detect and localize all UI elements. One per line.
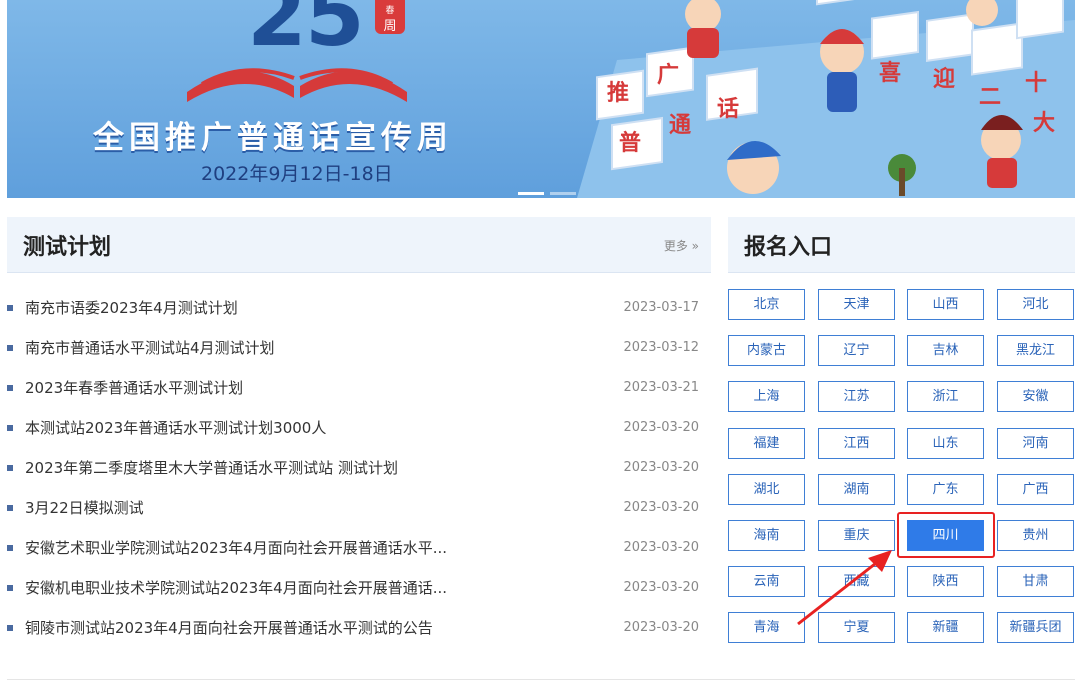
- list-item[interactable]: 2023年春季普通话水平测试计划 2023-03-21: [7, 368, 711, 408]
- list-item-title[interactable]: 铜陵市测试站2023年4月面向社会开展普通话水平测试的公告: [25, 608, 585, 648]
- list-item-date: 2023-03-21: [623, 380, 699, 395]
- carousel-dot-active[interactable]: [518, 192, 544, 195]
- province-button-henan[interactable]: 河南: [997, 428, 1074, 459]
- list-item[interactable]: 南充市普通话水平测试站4月测试计划 2023-03-12: [7, 328, 711, 368]
- plans-header: 测试计划 更多 »: [7, 217, 711, 273]
- bullet-icon: [7, 425, 13, 431]
- slogan-char: 二: [979, 85, 1001, 110]
- slogan-char: 十: [1025, 71, 1047, 96]
- slogan-char: 大: [1033, 111, 1055, 136]
- list-item[interactable]: 2023年第二季度塔里木大学普通话水平测试站 测试计划 2023-03-20: [7, 448, 711, 488]
- province-button-jiangsu[interactable]: 江苏: [818, 381, 895, 412]
- province-button-fujian[interactable]: 福建: [728, 428, 805, 459]
- list-item[interactable]: 铜陵市测试站2023年4月面向社会开展普通话水平测试的公告 2023-03-20: [7, 608, 711, 648]
- province-button-guangdong[interactable]: 广东: [907, 474, 984, 505]
- bullet-icon: [7, 345, 13, 351]
- slogan-char: 迎: [933, 66, 955, 92]
- annotation-arrow-icon: [797, 550, 892, 626]
- bullet-icon: [7, 585, 13, 591]
- list-item-title[interactable]: 3月22日模拟测试: [25, 488, 585, 528]
- province-button-zhejiang[interactable]: 浙江: [907, 381, 984, 412]
- plans-list: 南充市语委2023年4月测试计划 2023-03-17 南充市普通话水平测试站4…: [7, 288, 711, 648]
- bullet-icon: [7, 305, 13, 311]
- province-button-xinjiang-bingtuan[interactable]: 新疆兵团: [997, 612, 1074, 643]
- list-item[interactable]: 本测试站2023年普通话水平测试计划3000人 2023-03-20: [7, 408, 711, 448]
- bullet-icon: [7, 545, 13, 551]
- list-item-date: 2023-03-20: [623, 460, 699, 475]
- slogan-char: 通: [669, 113, 691, 138]
- registration-title: 报名入口: [744, 235, 833, 260]
- list-item[interactable]: 安徽艺术职业学院测试站2023年4月面向社会开展普通话水平... 2023-03…: [7, 528, 711, 568]
- list-item[interactable]: 安徽机电职业技术学院测试站2023年4月面向社会开展普通话... 2023-03…: [7, 568, 711, 608]
- province-button-guizhou[interactable]: 贵州: [997, 520, 1074, 551]
- list-item-date: 2023-03-20: [623, 500, 699, 515]
- book-icon: [187, 68, 407, 102]
- slogan-char: 喜: [879, 60, 901, 86]
- registration-header: 报名入口: [728, 217, 1075, 273]
- province-button-liaoning[interactable]: 辽宁: [818, 335, 895, 366]
- list-item-title[interactable]: 2023年第二季度塔里木大学普通话水平测试站 测试计划: [25, 448, 585, 488]
- list-item-title[interactable]: 2023年春季普通话水平测试计划: [25, 368, 585, 408]
- list-item[interactable]: 3月22日模拟测试 2023-03-20: [7, 488, 711, 528]
- slogan-char: 推: [607, 81, 629, 106]
- list-item-date: 2023-03-20: [623, 420, 699, 435]
- banner-seal: 春周: [375, 0, 405, 34]
- slogan-char: 话: [717, 97, 739, 122]
- list-item-date: 2023-03-20: [623, 580, 699, 595]
- province-button-gansu[interactable]: 甘肃: [997, 566, 1074, 597]
- list-item[interactable]: 南充市语委2023年4月测试计划 2023-03-17: [7, 288, 711, 328]
- province-button-shaanxi[interactable]: 陕西: [907, 566, 984, 597]
- province-button-guangxi[interactable]: 广西: [997, 474, 1074, 505]
- cartoon-illustration: 推 广 普 通 话 喜 迎 二 十 大: [577, 0, 1075, 198]
- province-button-hunan[interactable]: 湖南: [818, 474, 895, 505]
- province-button-jiangxi[interactable]: 江西: [818, 428, 895, 459]
- bullet-icon: [7, 625, 13, 631]
- slogan-char: 广: [657, 62, 679, 88]
- province-button-heilongjiang[interactable]: 黑龙江: [997, 335, 1074, 366]
- province-button-anhui[interactable]: 安徽: [997, 381, 1074, 412]
- list-item-title[interactable]: 南充市语委2023年4月测试计划: [25, 288, 585, 328]
- list-item-date: 2023-03-12: [623, 340, 699, 355]
- banner-title: 全国推广普通话宣传周: [93, 120, 453, 156]
- list-item-title[interactable]: 南充市普通话水平测试站4月测试计划: [25, 328, 585, 368]
- list-item-title[interactable]: 安徽艺术职业学院测试站2023年4月面向社会开展普通话水平...: [25, 528, 585, 568]
- province-button-xinjiang[interactable]: 新疆: [907, 612, 984, 643]
- list-item-date: 2023-03-20: [623, 620, 699, 635]
- plans-title: 测试计划: [23, 235, 112, 260]
- bullet-icon: [7, 385, 13, 391]
- province-button-hebei[interactable]: 河北: [997, 289, 1074, 320]
- banner-date: 2022年9月12日-18日: [201, 163, 393, 185]
- bullet-icon: [7, 465, 13, 471]
- selection-highlight-box: [897, 512, 995, 558]
- slogan-char: 普: [619, 130, 641, 156]
- province-button-tianjin[interactable]: 天津: [818, 289, 895, 320]
- divider: [7, 679, 1075, 680]
- province-button-neimenggu[interactable]: 内蒙古: [728, 335, 805, 366]
- list-item-title[interactable]: 安徽机电职业技术学院测试站2023年4月面向社会开展普通话...: [25, 568, 585, 608]
- province-button-shandong[interactable]: 山东: [907, 428, 984, 459]
- banner-carousel[interactable]: 25 春周 全国推广普通话宣传周 2022年9月12日-18日 推 广 普 通 …: [7, 0, 1075, 198]
- bullet-icon: [7, 505, 13, 511]
- province-button-hubei[interactable]: 湖北: [728, 474, 805, 505]
- carousel-dot[interactable]: [550, 192, 576, 195]
- province-button-jilin[interactable]: 吉林: [907, 335, 984, 366]
- more-link[interactable]: 更多 »: [664, 237, 699, 254]
- province-button-shanxi[interactable]: 山西: [907, 289, 984, 320]
- province-button-beijing[interactable]: 北京: [728, 289, 805, 320]
- list-item-title[interactable]: 本测试站2023年普通话水平测试计划3000人: [25, 408, 585, 448]
- province-button-shanghai[interactable]: 上海: [728, 381, 805, 412]
- list-item-date: 2023-03-17: [623, 300, 699, 315]
- carousel-indicators[interactable]: [518, 180, 582, 198]
- list-item-date: 2023-03-20: [623, 540, 699, 555]
